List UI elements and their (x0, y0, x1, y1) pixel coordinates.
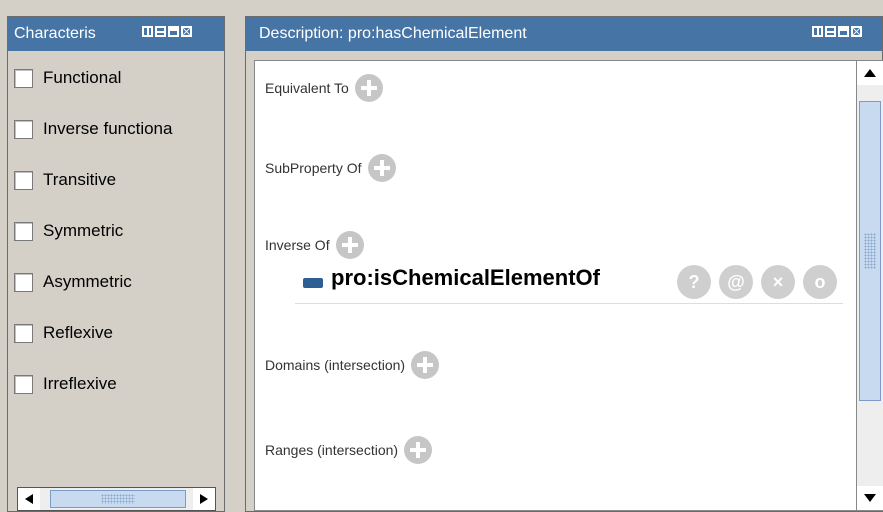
description-title: Description: pro:hasChemicalElement (259, 25, 527, 42)
checkbox-label: Inverse functiona (43, 119, 173, 138)
add-inverse-button[interactable] (335, 231, 364, 259)
checkbox-label: Reflexive (43, 323, 113, 342)
section-ranges: Ranges (intersection) (265, 436, 433, 464)
checkbox-box[interactable] (14, 272, 33, 292)
maximize-icon[interactable] (838, 26, 849, 37)
vertical-scrollbar[interactable] (856, 61, 883, 510)
checkbox-symmetric[interactable]: Symmetric (14, 221, 123, 241)
characteristics-title: Characteris (14, 25, 96, 42)
grip-icon (864, 233, 876, 269)
scroll-down-button[interactable] (857, 486, 883, 510)
scroll-up-button[interactable] (857, 61, 883, 85)
checkbox-reflexive[interactable]: Reflexive (14, 323, 113, 343)
scroll-left-button[interactable] (18, 488, 40, 510)
description-content: Equivalent To SubProperty Of Inverse Of … (254, 60, 883, 511)
checkbox-label: Transitive (43, 170, 117, 189)
section-label: Domains (intersection) (265, 357, 406, 373)
section-label: Inverse Of (265, 237, 330, 253)
checkbox-box[interactable] (14, 68, 33, 88)
checkbox-irreflexive[interactable]: Irreflexive (14, 374, 117, 394)
section-label: SubProperty Of (265, 160, 362, 176)
checkbox-box[interactable] (14, 323, 33, 343)
annotate-button[interactable]: @ (719, 265, 753, 299)
minimize-icon[interactable] (155, 26, 166, 37)
checkbox-box[interactable] (14, 119, 33, 139)
checkbox-asymmetric[interactable]: Asymmetric (14, 272, 132, 292)
split-view-icon[interactable] (812, 26, 823, 37)
horizontal-scrollbar[interactable] (17, 487, 216, 511)
close-icon[interactable] (851, 26, 862, 37)
triangle-down-icon (864, 494, 876, 502)
grip-icon (101, 494, 135, 504)
triangle-left-icon (25, 494, 33, 504)
close-icon[interactable] (181, 26, 192, 37)
checkbox-box[interactable] (14, 221, 33, 241)
checkbox-inverse-functional[interactable]: Inverse functiona (14, 119, 172, 139)
section-equivalent-to: Equivalent To (265, 74, 383, 102)
characteristics-titlebar: Characteris (8, 17, 224, 51)
section-inverse-of: Inverse Of (265, 231, 364, 259)
checkbox-label: Functional (43, 68, 122, 87)
object-property-icon (303, 278, 323, 288)
section-label: Ranges (intersection) (265, 442, 399, 458)
inverse-property-item[interactable]: pro:isChemicalElementOf ? @ × o (295, 259, 843, 304)
split-view-icon[interactable] (142, 26, 153, 37)
add-equivalent-button[interactable] (354, 74, 383, 102)
triangle-right-icon (200, 494, 208, 504)
checkbox-label: Irreflexive (43, 374, 117, 393)
checkbox-box[interactable] (14, 374, 33, 394)
section-label: Equivalent To (265, 80, 349, 96)
inverse-property-name: pro:isChemicalElementOf (331, 265, 600, 290)
checkbox-functional[interactable]: Functional (14, 68, 121, 88)
vertical-scroll-thumb[interactable] (859, 101, 881, 401)
add-range-button[interactable] (404, 436, 433, 464)
minimize-icon[interactable] (825, 26, 836, 37)
characteristics-list: Functional Inverse functiona Transitive … (14, 59, 218, 511)
horizontal-scroll-thumb[interactable] (50, 490, 186, 508)
checkbox-label: Asymmetric (43, 272, 132, 291)
add-subproperty-button[interactable] (367, 154, 396, 182)
checkbox-label: Symmetric (43, 221, 124, 240)
checkbox-transitive[interactable]: Transitive (14, 170, 116, 190)
edit-button[interactable]: o (803, 265, 837, 299)
section-domains: Domains (intersection) (265, 351, 440, 379)
add-domain-button[interactable] (411, 351, 440, 379)
characteristics-panel: Characteris Functional Inverse functiona… (7, 16, 225, 512)
triangle-up-icon (864, 69, 876, 77)
explain-button[interactable]: ? (677, 265, 711, 299)
delete-button[interactable]: × (761, 265, 795, 299)
description-titlebar: Description: pro:hasChemicalElement (246, 17, 882, 51)
maximize-icon[interactable] (168, 26, 179, 37)
checkbox-box[interactable] (14, 170, 33, 190)
scroll-right-button[interactable] (193, 488, 215, 510)
description-panel: Description: pro:hasChemicalElement Equi… (245, 16, 883, 512)
section-subproperty-of: SubProperty Of (265, 154, 396, 182)
